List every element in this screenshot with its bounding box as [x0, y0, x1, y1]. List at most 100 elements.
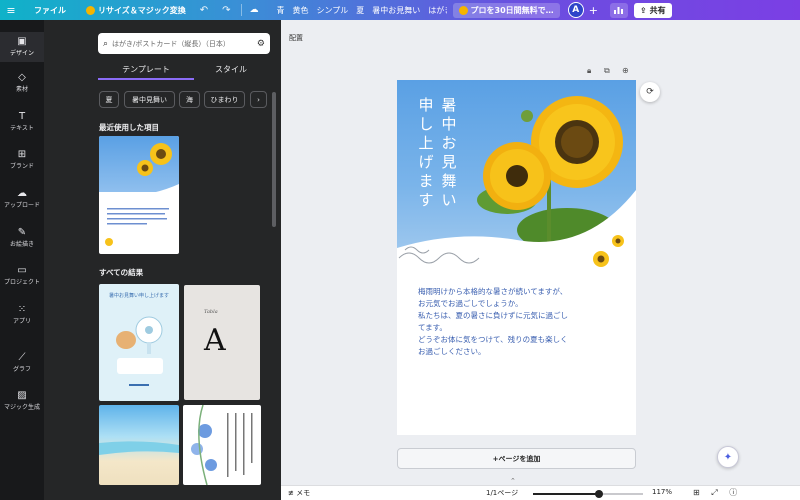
- zoom-slider-fill: [533, 493, 599, 495]
- upload-icon: ☁: [17, 188, 27, 199]
- template-thumb-beach[interactable]: [99, 405, 179, 485]
- folder-icon: ▭: [17, 265, 27, 276]
- recent-template-thumb[interactable]: [99, 136, 179, 254]
- rail-label: お絵描き: [9, 241, 34, 248]
- rail-item-elements[interactable]: ◇ 素材: [0, 72, 44, 93]
- share-button[interactable]: ⇪ 共有: [633, 2, 672, 18]
- top-bar: ≡ ファイル リサイズ＆マジック変換 ↶ ↷ ☁ 青 黄色 シンプル 夏 暑中お…: [0, 0, 800, 20]
- rail-item-upload[interactable]: ☁ アップロード: [0, 188, 44, 209]
- text-icon: T: [18, 111, 26, 122]
- crown-icon: [86, 5, 95, 15]
- apps-icon: ⁙: [17, 304, 27, 315]
- magic-icon: ▨: [17, 390, 27, 401]
- template-thumb-morning-glory[interactable]: [183, 405, 261, 485]
- rail-item-text[interactable]: T テキスト: [0, 111, 44, 132]
- grid-view-icon[interactable]: ⊞: [693, 488, 700, 497]
- regenerate-icon[interactable]: ⟳: [640, 82, 660, 102]
- tab-styles[interactable]: スタイル: [191, 64, 271, 75]
- rail-item-brand[interactable]: ⊞ ブランド: [0, 149, 44, 170]
- sunflower-thumb-image: [99, 143, 179, 246]
- rail-item-projects[interactable]: ▭ プロジェクト: [0, 265, 44, 286]
- chip-shochu-mimai[interactable]: 暑中見舞い: [124, 91, 175, 108]
- duplicate-icon[interactable]: ⧉: [604, 66, 610, 76]
- resize-button[interactable]: リサイズ＆マジック変換: [86, 5, 186, 16]
- canva-editor: ≡ ファイル リサイズ＆マジック変換 ↶ ↷ ☁ 青 黄色 シンプル 夏 暑中お…: [0, 0, 800, 500]
- rail-item-magic[interactable]: ▨ マジック生成: [0, 390, 44, 411]
- body-line: どうぞお体に気をつけて、残りの夏も楽しく: [418, 335, 568, 344]
- elements-icon: ◇: [18, 72, 26, 83]
- body-line: 私たちは、夏の暑さに負けずに元気に過ごし: [418, 311, 568, 320]
- chip-sea[interactable]: 海: [179, 91, 200, 108]
- file-menu[interactable]: ファイル: [34, 5, 66, 16]
- heading-column-left[interactable]: 申し上げます: [417, 96, 435, 210]
- add-collaborator-icon[interactable]: +: [589, 4, 598, 17]
- panel-scrollbar[interactable]: [272, 92, 276, 227]
- resize-label: リサイズ＆マジック変換: [98, 5, 186, 15]
- rail-label: ブランド: [9, 163, 34, 170]
- greeting-body-text[interactable]: 梅雨明けから本格的な暑さが続いてますが、 お元気でお過ごしでしょうか。 私たちは…: [418, 286, 623, 358]
- insights-icon[interactable]: [609, 2, 628, 18]
- chip-sunflower[interactable]: ひまわり: [204, 91, 245, 108]
- add-page-icon[interactable]: ⊕: [622, 66, 629, 75]
- divider: [240, 4, 242, 16]
- body-line: お元気でお過ごしでしょうか。: [418, 299, 523, 308]
- menu-icon[interactable]: ≡: [0, 4, 22, 17]
- template-search-input[interactable]: ⌕ はがき/ポストカード（縦長）（日本） ⚙: [98, 33, 270, 54]
- design-page[interactable]: 暑中お見舞い 申し上げます 梅雨明けから本格的な暑さが続いてますが、 お元気でお…: [397, 80, 636, 435]
- bottom-bar: ≢ メモ 1/1ページ 117% ⊞ ⤢ ⓘ: [281, 485, 800, 500]
- crown-icon: [458, 5, 468, 15]
- body-line: お過ごしください。: [418, 347, 486, 356]
- rail-label: テキスト: [10, 125, 34, 132]
- chip-summer[interactable]: 夏: [99, 91, 119, 108]
- template-icon: ▣: [17, 36, 27, 47]
- active-tab-indicator: [98, 78, 194, 80]
- expand-pages-icon[interactable]: ⌃: [510, 477, 516, 485]
- brand-icon: ⊞: [17, 149, 27, 160]
- notes-button[interactable]: ≢ メモ: [288, 488, 310, 498]
- rail-item-design[interactable]: ▣ デザイン: [0, 32, 44, 62]
- rail-label: アップロード: [3, 202, 40, 209]
- rail-item-apps[interactable]: ⁙ アプリ: [0, 304, 44, 325]
- help-icon[interactable]: ⓘ: [729, 488, 737, 497]
- heading-column-right[interactable]: 暑中お見舞い: [440, 96, 458, 210]
- fullscreen-icon[interactable]: ⤢: [711, 488, 717, 497]
- thumb-letter-a: A: [204, 323, 226, 358]
- rail-label: 素材: [15, 86, 28, 93]
- rail-label: グラフ: [12, 366, 31, 373]
- magic-assistant-icon[interactable]: ✦: [717, 446, 739, 468]
- lock-icon[interactable]: 🔒︎: [587, 66, 591, 76]
- cloud-save-icon[interactable]: ☁: [250, 5, 259, 15]
- share-label: 共有: [649, 5, 666, 15]
- pro-trial-label: プロを30日間無料で…: [470, 5, 554, 15]
- avatar[interactable]: A: [567, 2, 584, 18]
- template-thumb-fan[interactable]: 暑中お見舞い申し上げます: [99, 284, 179, 401]
- redo-icon[interactable]: ↷: [222, 5, 230, 16]
- rail-label: マジック生成: [3, 404, 40, 411]
- position-button[interactable]: 配置: [289, 33, 303, 43]
- search-placeholder: はがき/ポストカード（縦長）（日本）: [112, 39, 230, 48]
- template-thumb-letter-a[interactable]: Tabla A: [184, 285, 260, 400]
- undo-icon[interactable]: ↶: [200, 5, 208, 16]
- notes-label: メモ: [296, 489, 311, 497]
- zoom-level[interactable]: 117%: [652, 488, 672, 496]
- rail-label: プロジェクト: [3, 279, 40, 286]
- chart-icon: ⟋: [18, 352, 26, 363]
- body-line: てます。: [418, 323, 447, 332]
- pro-trial-button[interactable]: プロを30日間無料で…: [452, 2, 560, 18]
- rail-label: アプリ: [12, 318, 31, 325]
- chips-next-button[interactable]: ›: [250, 91, 267, 108]
- left-rail: ▣ デザイン ◇ 素材 T テキスト ⊞ ブランド ☁ アップロード ✎ お絵描…: [0, 20, 44, 500]
- rail-label: デザイン: [9, 50, 34, 57]
- thumb-serif-word: Tabla: [204, 309, 218, 315]
- rail-item-chart[interactable]: ⟋ グラフ: [0, 352, 44, 373]
- add-page-button[interactable]: +ページを追加: [397, 448, 636, 469]
- design-title[interactable]: 青 黄色 シンプル 夏 暑中お見舞い はがき…: [277, 5, 447, 16]
- beach-image: [99, 441, 179, 455]
- body-line: 梅雨明けから本格的な暑さが続いてますが、: [418, 287, 568, 296]
- tab-templates[interactable]: テンプレート: [106, 64, 186, 75]
- filter-icon[interactable]: ⚙: [257, 39, 265, 49]
- zoom-slider-handle[interactable]: [595, 490, 603, 498]
- rail-item-draw[interactable]: ✎ お絵描き: [0, 227, 44, 248]
- zoom-slider[interactable]: [533, 490, 643, 498]
- page-indicator[interactable]: 1/1ページ: [486, 488, 518, 498]
